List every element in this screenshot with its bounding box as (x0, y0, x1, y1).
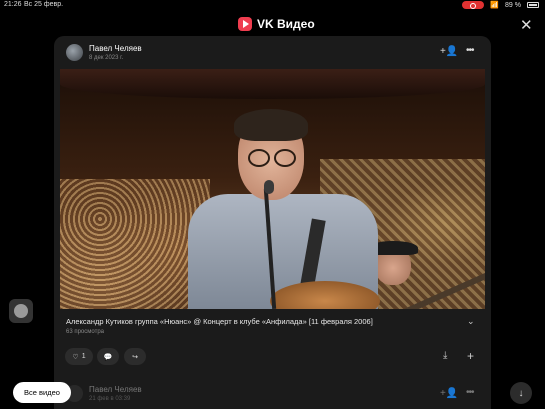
video-glasses (248, 149, 296, 167)
status-right: 📶 89 % (462, 1, 539, 9)
video-microphone (264, 180, 274, 194)
more-options-icon[interactable]: ••• (466, 45, 474, 56)
battery-label: 89 % (505, 1, 521, 9)
battery-icon (527, 2, 539, 8)
share-icon: ↪ (132, 353, 138, 361)
add-to-playlist-icon[interactable]: + (467, 349, 474, 363)
vk-video-logo-icon (238, 17, 252, 31)
next-post-author[interactable]: Павел Челяев (89, 385, 142, 394)
close-icon[interactable]: ✕ (520, 16, 533, 34)
view-count: 63 просмотра (66, 329, 105, 335)
like-button[interactable]: ♡ 1 (65, 348, 93, 365)
signal-icon: 📶 (490, 2, 500, 9)
screen-record-icon (462, 1, 485, 9)
next-post-add-friend-icon[interactable]: +👤 (440, 388, 458, 399)
arrow-down-icon: ↓ (518, 387, 524, 399)
video-ceiling (60, 69, 485, 99)
chevron-down-icon[interactable]: ⌄ (467, 316, 475, 327)
scroll-down-button[interactable]: ↓ (510, 382, 532, 404)
status-time: 21:26 (4, 1, 22, 8)
top-bar: VK Видео ✕ (0, 12, 545, 38)
status-bar: 21:26 Вс 25 февр. 📶 89 % (0, 0, 545, 12)
video-player[interactable] (60, 69, 485, 309)
download-icon[interactable]: ⤓ (443, 350, 447, 361)
comment-button[interactable]: 💬 (97, 348, 119, 365)
all-videos-button[interactable]: Все видео (13, 382, 71, 403)
app-title: VK Видео (257, 17, 315, 31)
add-friend-icon[interactable]: +👤 (440, 46, 458, 57)
avatar[interactable] (66, 44, 83, 61)
next-post-more-icon[interactable]: ••• (466, 387, 474, 398)
comment-icon: 💬 (103, 353, 113, 361)
next-post-date: 21 фев в 03:39 (89, 396, 131, 402)
share-button[interactable]: ↪ (124, 348, 146, 365)
post-date: 8 дек 2023 г. (89, 55, 124, 61)
author-name[interactable]: Павел Челяев (89, 44, 142, 53)
status-date: Вс 25 февр. (24, 1, 64, 8)
video-title[interactable]: Александр Кутиков группа «Нюанс» @ Конце… (66, 317, 373, 326)
assistive-touch-button[interactable] (9, 299, 33, 323)
video-singer-hair (234, 109, 308, 141)
heart-icon: ♡ (72, 353, 79, 361)
like-count: 1 (81, 353, 86, 360)
